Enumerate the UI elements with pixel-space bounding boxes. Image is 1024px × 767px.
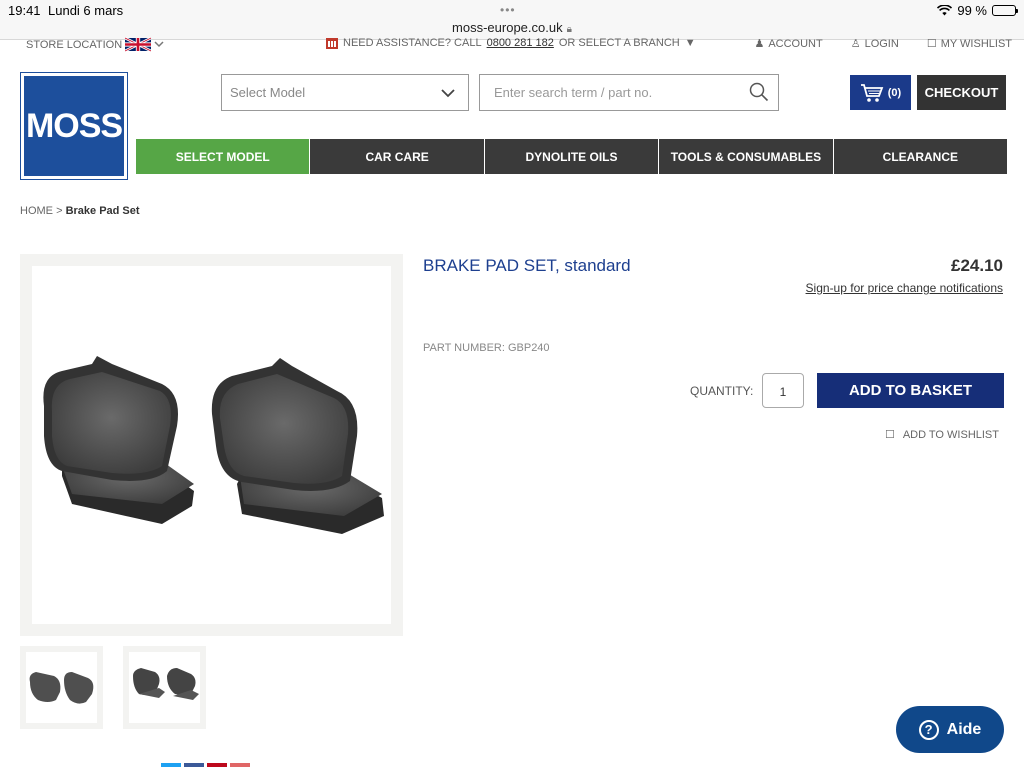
account-links: ♟ ACCOUNT ♙ LOGIN ☐ MY WISHLIST — [754, 37, 1012, 51]
thumbnail-image — [129, 652, 200, 723]
battery-percent: 99 % — [957, 3, 987, 18]
branch-icon — [326, 38, 338, 49]
address-bar[interactable]: moss-europe.co.uk 🔒︎ — [0, 20, 1024, 35]
add-to-wishlist-link[interactable]: ☐ ADD TO WISHLIST — [884, 428, 999, 442]
lock-icon: 🔒︎ — [566, 24, 572, 35]
wifi-icon — [937, 5, 953, 16]
product-main-image[interactable] — [20, 254, 403, 636]
help-button[interactable]: ? Aide — [896, 706, 1004, 753]
brake-pads-thumbnail — [29, 672, 94, 704]
bookmark-icon: ☐ — [926, 38, 937, 50]
cart-button[interactable]: (0) — [850, 75, 911, 110]
battery-icon — [992, 5, 1018, 16]
share-buttons — [161, 763, 250, 767]
part-number: PART NUMBER: GBP240 — [423, 342, 550, 354]
breadcrumb-separator: > — [56, 205, 63, 217]
breadcrumb-home[interactable]: HOME — [20, 205, 53, 217]
store-location-label: STORE LOCATION — [26, 38, 123, 51]
assist-prefix: NEED ASSISTANCE? CALL — [343, 37, 482, 49]
help-label: Aide — [946, 720, 982, 738]
phone-link[interactable]: 0800 281 182 — [487, 37, 554, 49]
thumbnail-image — [26, 652, 97, 723]
brake-pads-thumbnail — [133, 668, 199, 700]
email-share[interactable] — [230, 763, 250, 767]
search-placeholder: Enter search term / part no. — [494, 85, 653, 100]
add-to-basket-button[interactable]: ADD TO BASKET — [817, 373, 1004, 408]
nav-tools-consumables[interactable]: TOOLS & CONSUMABLES — [659, 139, 833, 174]
cart-count: (0) — [887, 86, 902, 99]
product-thumbnail-1[interactable] — [20, 646, 103, 729]
nav-select-model[interactable]: SELECT MODEL — [136, 139, 310, 174]
wishlist-link[interactable]: ☐ MY WISHLIST — [926, 37, 1012, 51]
product-image — [32, 266, 391, 624]
user-icon: ♟ — [754, 38, 765, 50]
login-icon: ♙ — [850, 38, 861, 50]
status-date: Lundi 6 mars — [48, 3, 124, 18]
chevron-down-icon — [441, 89, 455, 98]
select-model-placeholder: Select Model — [230, 85, 306, 100]
status-indicators: 99 % — [937, 3, 1018, 18]
product-thumbnail-2[interactable] — [123, 646, 206, 729]
chevron-down-icon — [154, 41, 164, 48]
status-time: 19:41 — [8, 3, 41, 18]
account-label: ACCOUNT — [768, 37, 823, 50]
logo-text: MOSS — [25, 106, 123, 145]
url-text: moss-europe.co.uk — [452, 20, 563, 35]
store-location[interactable]: STORE LOCATION — [26, 37, 164, 52]
brake-pads-image — [43, 356, 384, 534]
nav-car-care[interactable]: CAR CARE — [310, 139, 484, 174]
checkout-button[interactable]: CHECKOUT — [917, 75, 1006, 110]
price-notification-link[interactable]: Sign-up for price change notifications — [806, 281, 1003, 295]
select-branch-link[interactable]: OR SELECT A BRANCH — [559, 37, 680, 49]
caret-down-icon[interactable]: ▼ — [685, 37, 696, 49]
login-link[interactable]: ♙ LOGIN — [850, 37, 899, 51]
twitter-share[interactable] — [161, 763, 181, 767]
cart-icon — [860, 83, 884, 102]
assistance-info: NEED ASSISTANCE? CALL 0800 281 182 OR SE… — [326, 37, 696, 49]
quantity-label: QUANTITY: — [690, 384, 754, 398]
nav-clearance[interactable]: CLEARANCE — [833, 139, 1008, 174]
question-icon: ? — [918, 719, 939, 740]
breadcrumb-current: Brake Pad Set — [65, 205, 140, 217]
uk-flag-icon — [125, 37, 152, 52]
search-input[interactable]: Enter search term / part no. — [479, 74, 779, 111]
product-title: BRAKE PAD SET, standard — [423, 256, 631, 275]
quantity-input[interactable]: 1 — [762, 373, 804, 408]
wishlist-label: MY WISHLIST — [940, 37, 1012, 50]
breadcrumb: HOME > Brake Pad Set — [20, 205, 140, 217]
moss-logo[interactable]: MOSS — [20, 72, 128, 180]
facebook-share[interactable] — [184, 763, 204, 767]
pinterest-share[interactable] — [207, 763, 227, 767]
account-link[interactable]: ♟ ACCOUNT — [754, 37, 823, 51]
select-model-dropdown[interactable]: Select Model — [221, 74, 469, 111]
product-price: £24.10 — [951, 256, 1003, 275]
utility-bar: STORE LOCATION NEED ASSISTANCE? CALL 080… — [0, 37, 1024, 53]
main-nav: SELECT MODEL CAR CARE DYNOLITE OILS TOOL… — [136, 139, 1008, 174]
login-label: LOGIN — [864, 37, 899, 50]
search-icon[interactable] — [749, 82, 769, 102]
more-dots-icon[interactable]: ••• — [500, 3, 516, 17]
status-bar: 19:41 Lundi 6 mars ••• moss-europe.co.uk… — [0, 0, 1024, 40]
add-to-wishlist-label: ADD TO WISHLIST — [902, 428, 999, 441]
bookmark-icon: ☐ — [884, 429, 895, 441]
nav-dynolite-oils[interactable]: DYNOLITE OILS — [484, 139, 659, 174]
